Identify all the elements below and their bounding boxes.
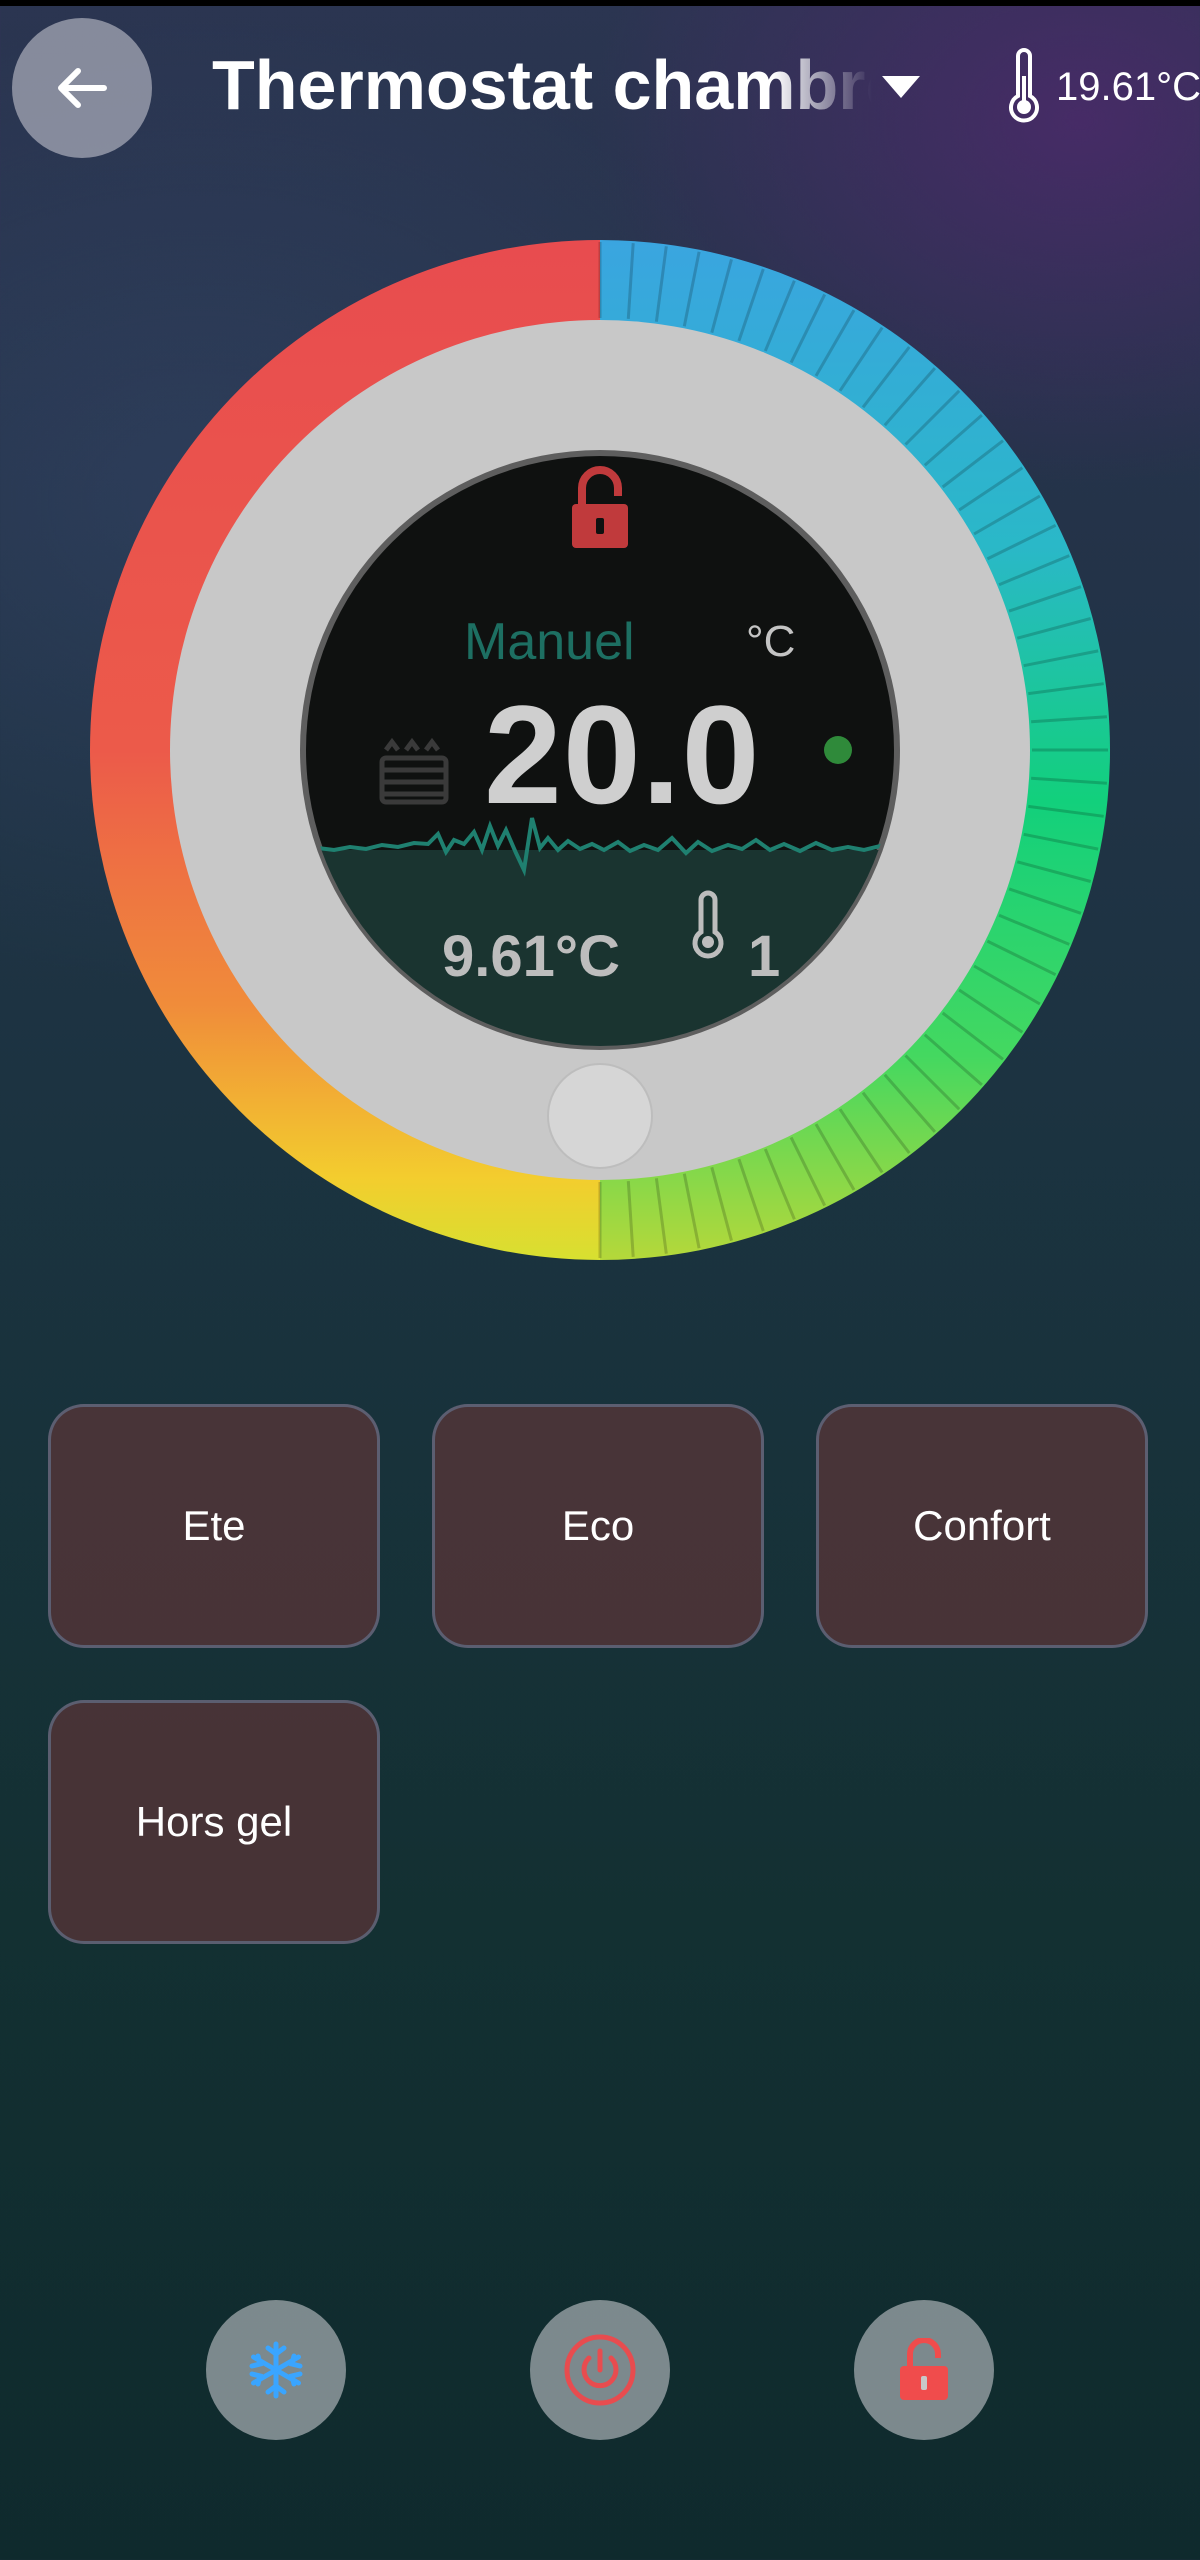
- preset-label: Ete: [182, 1502, 246, 1549]
- caret-down-icon[interactable]: [878, 70, 924, 102]
- thermometer-icon: [1009, 48, 1039, 123]
- preset-label: Eco: [561, 1502, 635, 1549]
- power-icon: [564, 2334, 636, 2406]
- preset-ete-button[interactable]: Ete: [48, 1404, 380, 1648]
- thermostat-dial[interactable]: [88, 238, 1112, 1262]
- preset-label: Confort: [913, 1502, 1051, 1549]
- back-button[interactable]: [12, 18, 152, 158]
- preset-eco-button[interactable]: Eco: [432, 1404, 764, 1648]
- power-button[interactable]: [530, 2300, 670, 2440]
- preset-hors-gel-button[interactable]: Hors gel: [48, 1700, 380, 1944]
- page-title[interactable]: Thermostat chambre: [212, 40, 872, 130]
- snowflake-icon: [249, 2341, 303, 2399]
- header-current-temp: 19.61°C: [1056, 65, 1200, 109]
- status-dot: [824, 736, 852, 764]
- status-bar: [0, 0, 1200, 6]
- preset-label: Hors gel: [135, 1798, 293, 1845]
- lock-button[interactable]: [854, 2300, 994, 2440]
- preset-confort-button[interactable]: Confort: [816, 1404, 1148, 1648]
- cool-mode-button[interactable]: [206, 2300, 346, 2440]
- arrow-left-icon: [58, 68, 107, 108]
- dial-handle: [547, 1063, 653, 1169]
- unlocked-lock-icon: [900, 2338, 948, 2400]
